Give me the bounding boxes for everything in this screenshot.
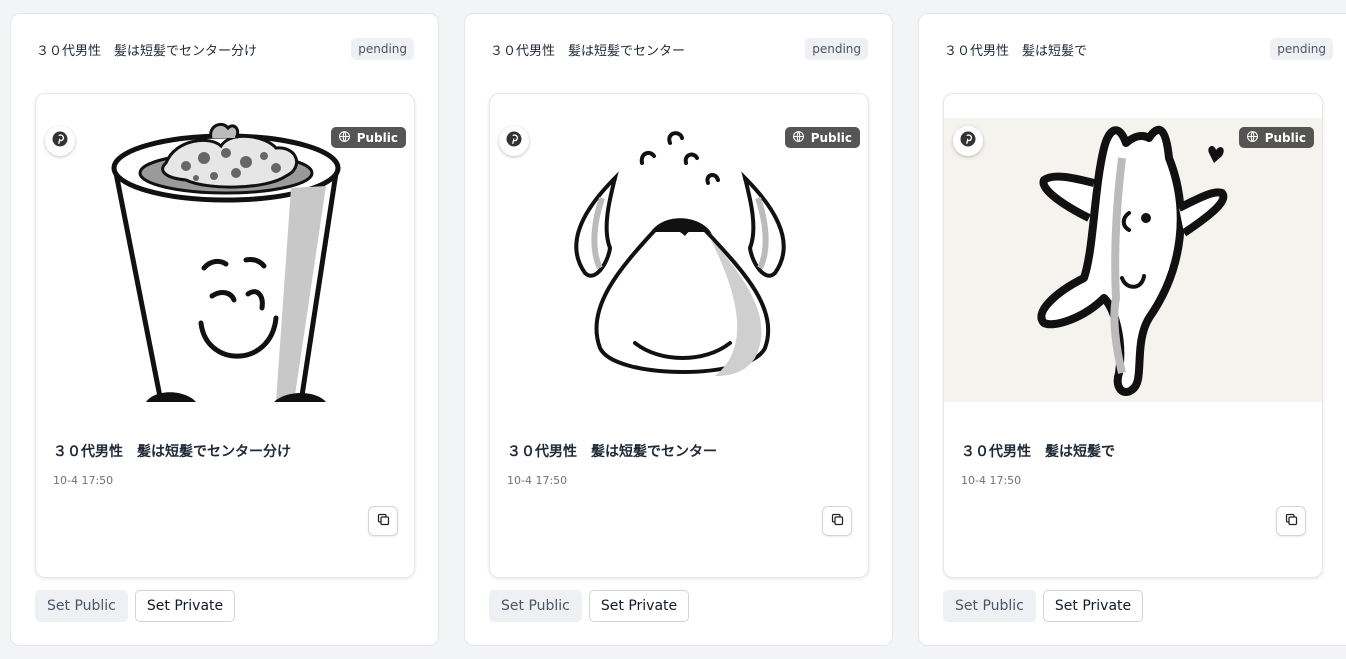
card-header: ３０代男性 髪は短髪でセンター pending <box>490 38 868 60</box>
visibility-badge: Public <box>1238 127 1314 148</box>
card-actions: Set Public Set Private <box>35 590 236 622</box>
globe-icon <box>792 130 805 146</box>
generation-card: ３０代男性 髪は短髪でセンター pending Public ３０代男性 髪は短… <box>464 13 893 646</box>
generation-card: ３０代男性 髪は短髪で pending Public ３０代男性 髪は短髪で 1… <box>918 13 1346 646</box>
item-title: ３０代男性 髪は短髪で <box>961 444 1115 460</box>
set-private-button[interactable]: Set Private <box>588 590 690 622</box>
card-actions: Set Public Set Private <box>943 590 1144 622</box>
visibility-label: Public <box>1264 130 1306 145</box>
set-private-button[interactable]: Set Private <box>1042 590 1144 622</box>
copy-button[interactable] <box>822 506 852 536</box>
status-badge: pending <box>351 38 414 60</box>
pinterest-icon <box>51 130 69 152</box>
visibility-badge: Public <box>330 127 406 148</box>
item-timestamp: 10-4 17:50 <box>507 474 568 487</box>
image-card[interactable]: Public ３０代男性 髪は短髪でセンター分け 10-4 17:50 <box>35 93 415 578</box>
copy-button[interactable] <box>368 506 398 536</box>
card-title: ３０代男性 髪は短髪でセンター <box>490 43 686 59</box>
status-badge: pending <box>1270 38 1333 60</box>
pinterest-button[interactable] <box>45 126 75 156</box>
copy-icon <box>1284 512 1299 531</box>
card-actions: Set Public Set Private <box>489 590 690 622</box>
generation-card-list: ３０代男性 髪は短髪でセンター分け pending Public ３０代男性 髪… <box>0 0 1346 659</box>
globe-icon <box>1246 130 1259 146</box>
generation-card: ３０代男性 髪は短髪でセンター分け pending Public ３０代男性 髪… <box>10 13 439 646</box>
copy-icon <box>376 512 391 531</box>
item-timestamp: 10-4 17:50 <box>961 474 1022 487</box>
visibility-label: Public <box>356 130 398 145</box>
image-card[interactable]: Public ３０代男性 髪は短髪でセンター 10-4 17:50 <box>489 93 869 578</box>
status-badge: pending <box>805 38 868 60</box>
set-private-button[interactable]: Set Private <box>134 590 236 622</box>
item-title: ３０代男性 髪は短髪でセンター分け <box>53 444 291 460</box>
card-title: ３０代男性 髪は短髪でセンター分け <box>36 43 258 59</box>
pinterest-icon <box>959 130 977 152</box>
copy-icon <box>830 512 845 531</box>
image-card[interactable]: Public ３０代男性 髪は短髪で 10-4 17:50 <box>943 93 1323 578</box>
item-timestamp: 10-4 17:50 <box>53 474 114 487</box>
pinterest-button[interactable] <box>953 126 983 156</box>
pinterest-icon <box>505 130 523 152</box>
dumpling-illustration <box>574 131 786 376</box>
cup-illustration <box>111 122 341 402</box>
set-public-button[interactable]: Set Public <box>943 590 1036 622</box>
generated-image[interactable] <box>36 118 414 402</box>
generated-image[interactable] <box>944 118 1322 402</box>
visibility-label: Public <box>810 130 852 145</box>
generated-image[interactable] <box>490 118 868 402</box>
dancing-figure-illustration <box>1037 125 1228 396</box>
pinterest-button[interactable] <box>499 126 529 156</box>
card-header: ３０代男性 髪は短髪で pending <box>944 38 1333 60</box>
copy-button[interactable] <box>1276 506 1306 536</box>
card-header: ３０代男性 髪は短髪でセンター分け pending <box>36 38 414 60</box>
globe-icon <box>338 130 351 146</box>
set-public-button[interactable]: Set Public <box>35 590 128 622</box>
set-public-button[interactable]: Set Public <box>489 590 582 622</box>
item-title: ３０代男性 髪は短髪でセンター <box>507 444 717 460</box>
visibility-badge: Public <box>784 127 860 148</box>
card-title: ３０代男性 髪は短髪で <box>944 43 1088 59</box>
